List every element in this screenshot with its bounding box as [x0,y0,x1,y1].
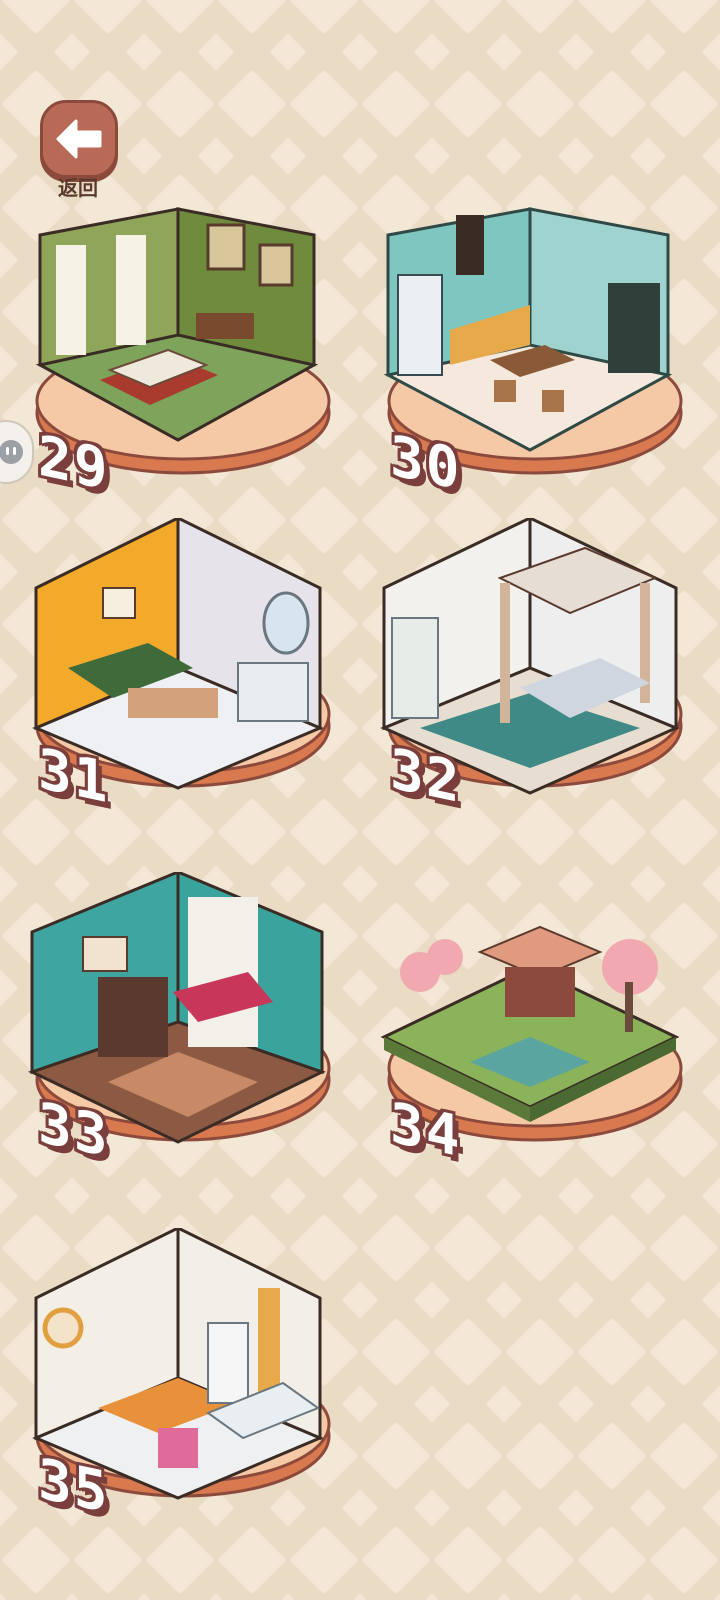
level-card-35[interactable]: 35 [28,1228,338,1538]
arrow-left-icon [56,119,102,159]
level-card-33[interactable]: 33 [28,872,338,1182]
back-button[interactable] [40,100,118,178]
level-card-31[interactable]: 31 [28,518,338,828]
level-card-30[interactable]: 30 [380,205,690,515]
back-label: 返回 [58,176,98,200]
level-card-34[interactable]: 34 [380,872,690,1182]
chat-bubble-icon [0,440,23,464]
level-card-32[interactable]: 32 [380,518,690,828]
level-card-29[interactable]: 29 [28,205,338,515]
